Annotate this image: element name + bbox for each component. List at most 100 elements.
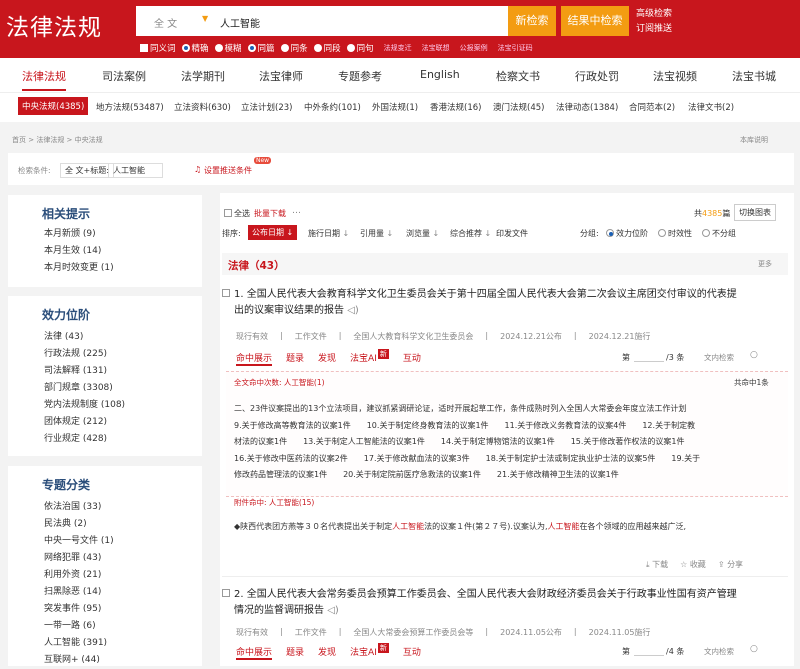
subnav-local[interactable]: 地方法规(53487) [96, 101, 164, 113]
subnav-treaties[interactable]: 中外条约(101) [304, 101, 361, 113]
nav-item-journals[interactable]: 法学期刊 [181, 68, 225, 84]
sort-effective-date[interactable]: 施行日期 ↓ [308, 228, 349, 239]
result-title[interactable]: 1. 全国人民代表大会教育科学文化卫生委员会关于第十四届全国人民代表大会第二次会… [234, 287, 784, 319]
subnav-hongkong[interactable]: 香港法规(16) [430, 101, 481, 113]
same-clause-radio[interactable]: 同条 [280, 42, 308, 54]
tab-record[interactable]: 题录 [286, 645, 304, 660]
search-icon[interactable]: ○ [750, 644, 758, 654]
result-checkbox[interactable] [222, 589, 232, 599]
level-item[interactable]: 司法解释 (131) [8, 363, 202, 380]
topic-item[interactable]: 突发事件 (95) [8, 601, 202, 618]
share-button[interactable]: ⇪ 分享 [718, 559, 743, 570]
section-more-link[interactable]: 更多 [758, 259, 772, 269]
sort-publish-date[interactable]: 公布日期 ↓ [248, 225, 298, 240]
nav-item-books[interactable]: 法宝书城 [732, 68, 776, 84]
exact-radio[interactable]: 精确 [181, 42, 209, 54]
topic-item[interactable]: 人工智能 (391) [8, 635, 202, 652]
nav-item-cases[interactable]: 司法案例 [102, 68, 146, 84]
fuzzy-radio[interactable]: 模糊 [214, 42, 242, 54]
breadcrumb[interactable]: 首页 > 法律法规 > 中央法规 [12, 135, 103, 145]
topic-item[interactable]: 一带一路 (6) [8, 618, 202, 635]
tab-discover[interactable]: 发现 [318, 645, 336, 660]
more-actions[interactable]: … [292, 206, 301, 216]
set-push-condition-link[interactable]: 设置推送条件 [204, 165, 252, 176]
topic-item[interactable]: 网络犯罪 (43) [8, 550, 202, 567]
subnav-central[interactable]: 中央法规(4385) [18, 97, 89, 115]
topic-item[interactable]: 互联网+ (44) [8, 652, 202, 669]
level-item[interactable]: 部门规章 (3308) [8, 380, 202, 397]
nav-item-english[interactable]: English [420, 68, 460, 81]
nav-item-law[interactable]: 法律法规 [22, 68, 66, 84]
tab-ai[interactable]: 法宝AI 新 [350, 349, 389, 366]
sort-citations[interactable]: 引用量 ↓ [360, 228, 393, 239]
advanced-search-link[interactable]: 高级检索 [636, 7, 672, 22]
group-timeliness-radio[interactable]: 时效性 [658, 228, 692, 239]
search-input[interactable]: 人工智能 [220, 15, 260, 30]
search-in-doc-input[interactable]: 文内检索 [704, 646, 734, 657]
same-article-radio[interactable]: 同篇 [247, 42, 275, 54]
batch-download-link[interactable]: 批量下载 [254, 208, 286, 219]
tab-ai[interactable]: 法宝AI 新 [350, 643, 389, 660]
filter-condition-term[interactable]: 人工智能 [108, 163, 163, 178]
group-level-radio[interactable]: 效力位阶 [606, 228, 648, 239]
sort-recommended[interactable]: 综合推荐 ↓ [450, 228, 491, 239]
select-all-checkbox[interactable]: 全选 [224, 208, 250, 219]
related-item[interactable]: 本月时效变更 (1) [8, 260, 202, 277]
favorite-button[interactable]: ☆ 收藏 [680, 559, 706, 570]
same-para-radio[interactable]: 同段 [313, 42, 341, 54]
page-input[interactable] [634, 350, 664, 362]
speaker-icon[interactable]: ◁) [327, 605, 339, 616]
group-none-radio[interactable]: 不分组 [702, 228, 736, 239]
mini-link-3[interactable]: 公报案例 [460, 43, 488, 53]
tab-record[interactable]: 题录 [286, 351, 304, 366]
filter-condition-scope[interactable]: 全 文+标题: [60, 163, 114, 178]
subnav-contracts[interactable]: 合同范本(2) [629, 101, 675, 113]
result-checkbox[interactable] [222, 289, 232, 299]
subnav-plan[interactable]: 立法计划(23) [241, 101, 292, 113]
level-item[interactable]: 团体规定 (212) [8, 414, 202, 431]
nav-item-topics[interactable]: 专题参考 [338, 68, 382, 84]
search-within-button[interactable]: 结果中检索 [561, 6, 629, 36]
search-box[interactable]: 全 文 ▼ 人工智能 [136, 6, 508, 36]
mini-link-2[interactable]: 法宝联想 [422, 43, 450, 53]
result-title[interactable]: 2. 全国人民代表大会常务委员会预算工作委员会、全国人民代表大会财政经济委员会关… [234, 587, 784, 619]
same-sentence-radio[interactable]: 同句 [346, 42, 374, 54]
search-in-doc-input[interactable]: 文内检索 [704, 352, 734, 363]
subscribe-push-link[interactable]: 订阅推送 [636, 22, 672, 37]
new-search-button[interactable]: 新检索 [508, 6, 556, 36]
subnav-legislative[interactable]: 立法资料(630) [174, 101, 231, 113]
sort-views[interactable]: 浏览量 ↓ [406, 228, 439, 239]
tab-discover[interactable]: 发现 [318, 351, 336, 366]
nav-item-videos[interactable]: 法宝视频 [653, 68, 697, 84]
search-scope-select[interactable]: 全 文 [154, 15, 177, 30]
nav-item-penalties[interactable]: 行政处罚 [575, 68, 619, 84]
page-input[interactable] [634, 644, 664, 656]
related-item[interactable]: 本月新颁 (9) [8, 226, 202, 243]
topic-item[interactable]: 民法典 (2) [8, 516, 202, 533]
section-title[interactable]: 法律（43） [228, 258, 285, 273]
topic-item[interactable]: 利用外资 (21) [8, 567, 202, 584]
subnav-macau[interactable]: 澳门法规(45) [493, 101, 544, 113]
tab-interact[interactable]: 互动 [403, 351, 421, 366]
tab-interact[interactable]: 互动 [403, 645, 421, 660]
subnav-documents[interactable]: 法律文书(2) [688, 101, 734, 113]
topic-item[interactable]: 中央一号文件 (1) [8, 533, 202, 550]
mini-link-4[interactable]: 法宝引证码 [498, 43, 533, 53]
library-help-link[interactable]: 本库说明 [740, 135, 768, 145]
topic-item[interactable]: 依法治国 (33) [8, 499, 202, 516]
tab-hits[interactable]: 命中展示 [236, 351, 273, 366]
level-item[interactable]: 党内法规制度 (108) [8, 397, 202, 414]
switch-chart-button[interactable]: 切换图表 [734, 204, 776, 221]
related-item[interactable]: 本月生效 (14) [8, 243, 202, 260]
site-logo[interactable]: 法律法规 [6, 8, 102, 42]
nav-item-lawyers[interactable]: 法宝律师 [259, 68, 303, 84]
subnav-foreign[interactable]: 外国法规(1) [372, 101, 418, 113]
level-item[interactable]: 行政法规 (225) [8, 346, 202, 363]
nav-item-procuratorate[interactable]: 检察文书 [496, 68, 540, 84]
chevron-down-icon[interactable]: ▼ [202, 14, 208, 23]
topic-item[interactable]: 扫黑除恶 (14) [8, 584, 202, 601]
level-item[interactable]: 法律 (43) [8, 329, 202, 346]
subnav-dynamics[interactable]: 法律动态(1384) [556, 101, 618, 113]
synonym-checkbox[interactable]: 同义词 [140, 42, 176, 54]
bell-icon[interactable]: ♫ [194, 165, 201, 174]
